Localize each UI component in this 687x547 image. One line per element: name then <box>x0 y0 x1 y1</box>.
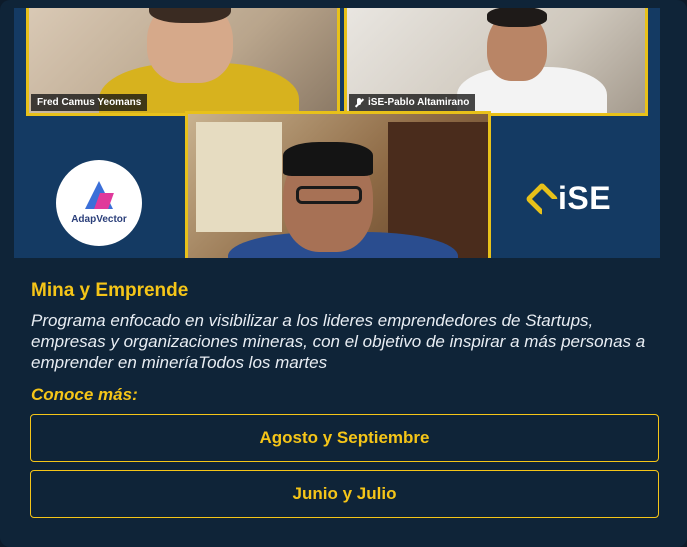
participant-hair <box>487 8 547 27</box>
mic-muted-icon <box>355 97 363 108</box>
more-label: Conoce más: <box>31 385 138 404</box>
ise-logo: iSE <box>525 180 612 217</box>
program-description: Programa enfocado en visibilizar a los l… <box>31 311 646 372</box>
participant-name: iSE-Pablo Altamirano <box>368 97 470 108</box>
link-button-junio-julio[interactable]: Junio y Julio <box>30 470 659 518</box>
participant-hair <box>283 142 373 176</box>
adapvector-logo: AdapVector <box>56 160 142 246</box>
participant-tile-3 <box>185 111 491 258</box>
participant-tile-2: iSE-Pablo Altamirano <box>344 8 648 116</box>
ise-mark-icon <box>525 181 559 216</box>
participant-name-tag: Fred Camus Yeomans <box>31 94 148 111</box>
program-info: Mina y Emprende Programa enfocado en vis… <box>0 258 687 547</box>
ise-logo-text: iSE <box>558 180 612 216</box>
link-button-agosto-septiembre[interactable]: Agosto y Septiembre <box>30 414 659 462</box>
participant-tile-1: Fred Camus Yeomans <box>26 8 340 116</box>
program-title: Mina y Emprende <box>31 280 189 301</box>
adapvector-mark-icon <box>83 181 115 211</box>
wall-map <box>196 122 282 232</box>
participant-name-tag: iSE-Pablo Altamirano <box>349 94 476 111</box>
participant-glasses <box>296 186 362 204</box>
adapvector-logo-text: AdapVector <box>71 214 127 225</box>
video-call-screenshot: Fred Camus Yeomans iSE-Pablo Altamirano … <box>14 8 660 258</box>
program-card: Fred Camus Yeomans iSE-Pablo Altamirano … <box>0 0 687 547</box>
